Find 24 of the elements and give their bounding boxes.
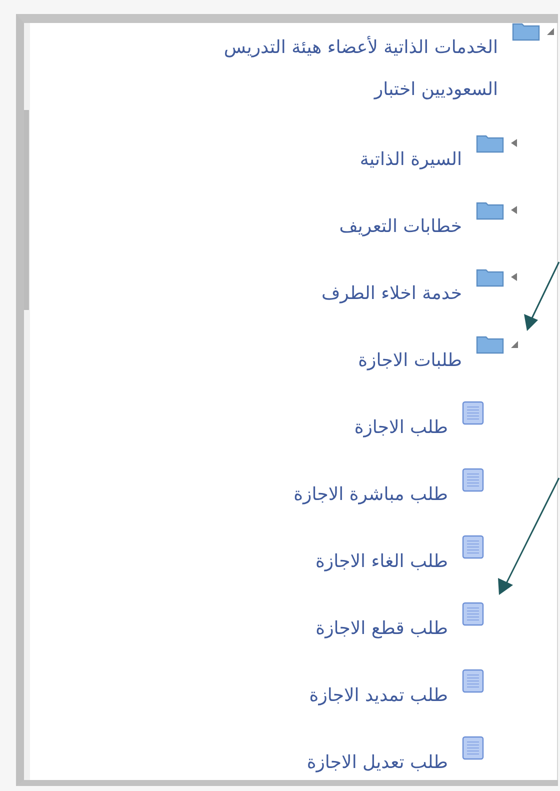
folder-label[interactable]: السيرة الذاتية [360,112,462,181]
folder-icon [476,267,504,287]
document-link[interactable]: طلب قطع الاجازة [316,581,448,650]
scrollbar-thumb[interactable] [24,110,29,310]
annotation-arrow [524,262,560,331]
folder-label[interactable]: خطابات التعريف [339,179,462,248]
document-link[interactable]: طلب مباشرة الاجازة [294,447,448,516]
folder-icon [512,23,540,41]
document-icon [462,736,484,760]
folder-label[interactable]: طلبات الاجازة [358,313,462,382]
document-icon [462,401,484,425]
document-link[interactable]: طلب تعديل الاجازة [306,715,448,780]
folder-icon [476,133,504,153]
folder-label[interactable]: الخدمات الذاتية لأعضاء هيئة التدريس السعوديين اختبار [163,23,498,111]
document-icon [462,669,484,693]
folder-icon [476,200,504,220]
document-icon [462,468,484,492]
document-icon [462,602,484,626]
folder-label[interactable]: خدمة اخلاء الطرف [322,246,462,315]
document-icon [462,535,484,559]
document-link[interactable]: طلب تمديد الاجازة [309,648,448,717]
document-link[interactable]: طلب الغاء الاجازة [315,514,448,583]
folder-icon [476,334,504,354]
document-link[interactable]: طلب الاجازة [354,380,448,449]
